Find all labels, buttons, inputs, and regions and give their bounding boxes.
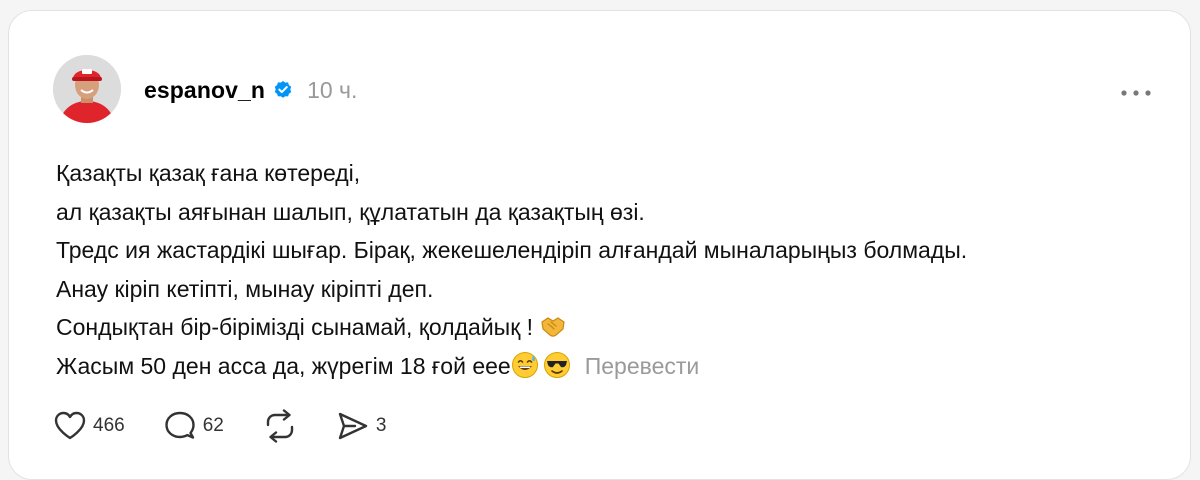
comments-count: 62 [202, 415, 224, 436]
post-header: espanov_n 10 ч. [144, 75, 357, 105]
shares-count: 3 [375, 415, 387, 436]
sunglasses-emoji [543, 351, 570, 378]
sweat-smile-emoji [511, 351, 538, 378]
likes-count: 466 [93, 415, 125, 436]
post-actions: 466 62 3 [53, 409, 424, 443]
ellipsis-icon [1121, 90, 1151, 96]
post-card: espanov_n 10 ч. Қазақты қазақ ғана көтер… [8, 10, 1191, 480]
post-line-with-emoji: Жасым 50 ден асса да, жүрегім 18 ғой еее… [56, 347, 1166, 386]
username[interactable]: espanov_n [144, 77, 265, 104]
like-button[interactable]: 466 [53, 410, 125, 442]
post-time[interactable]: 10 ч. [307, 77, 357, 104]
translate-link[interactable]: Перевести [585, 353, 700, 379]
share-button[interactable]: 3 [336, 410, 387, 442]
avatar-image [53, 55, 121, 123]
post-line-text: Сондықтан бір-бірімізді сынамай, қолдайы… [56, 314, 534, 340]
verified-badge-icon [273, 80, 293, 100]
handshake-emoji [541, 317, 566, 337]
post-line: Анау кіріп кетіпті, мынау кіріпті деп. [56, 275, 434, 302]
post-line-text: Жасым 50 ден асса да, жүрегім 18 ғой еее [56, 352, 511, 379]
heart-icon [54, 411, 86, 440]
repost-icon [266, 409, 294, 443]
post-line-with-emoji: Сондықтан бір-бірімізді сынамай, қолдайы… [56, 308, 1166, 347]
avatar[interactable] [53, 55, 121, 123]
post-line: Қазақты қазақ ғана көтереді, [56, 160, 361, 186]
repost-button[interactable] [262, 409, 298, 443]
comment-button[interactable]: 62 [163, 410, 224, 442]
post-line: Тредс ия жастардікі шығар. Бірақ, жекеше… [56, 237, 968, 263]
post-line: ал қазақты аяғынан шалып, құлататын да қ… [56, 198, 645, 225]
more-options-button[interactable] [1116, 81, 1156, 105]
share-icon [338, 412, 368, 440]
comment-icon [165, 411, 195, 439]
post-text: Қазақты қазақ ғана көтереді, ал қазақты … [56, 154, 1166, 385]
